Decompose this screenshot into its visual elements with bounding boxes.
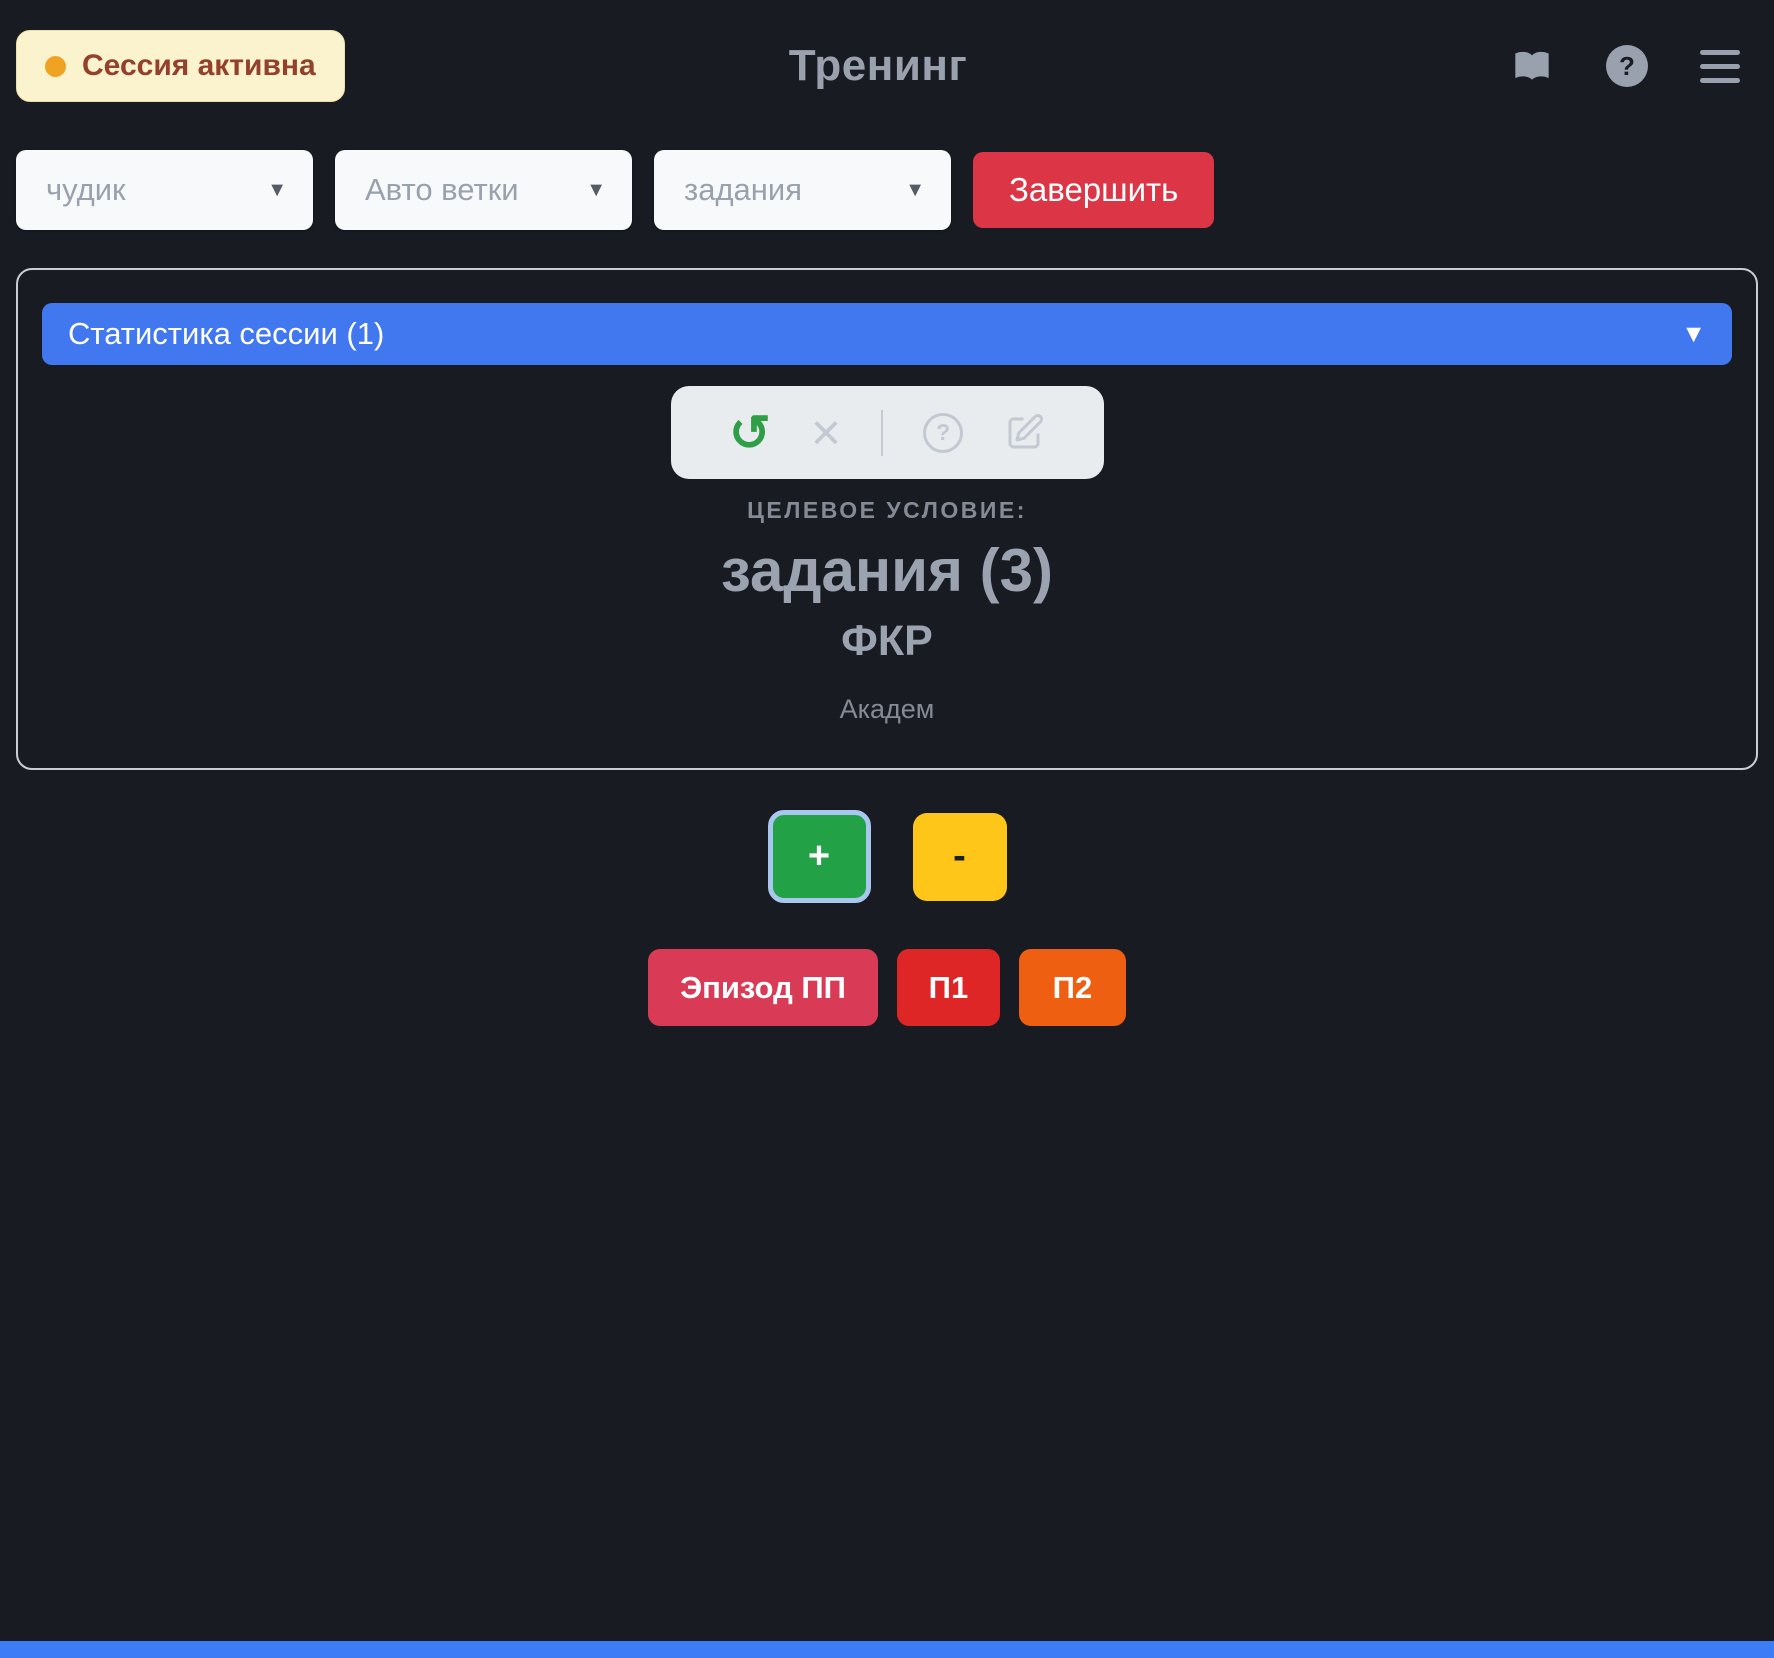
filter-row: чудик ▼ Авто ветки ▼ задания ▼ Завершить [16,150,1774,230]
help-icon-glyph: ? [1619,51,1635,82]
book-open-icon[interactable] [1510,46,1554,86]
session-status-badge: Сессия активна [16,30,345,102]
p2-button[interactable]: П2 [1019,949,1126,1026]
edit-icon[interactable] [1003,412,1045,454]
target-condition-primary: задания (3) [18,536,1756,605]
dropdown-2[interactable]: Авто ветки ▼ [335,150,632,230]
dropdown-3[interactable]: задания ▼ [654,150,951,230]
chevron-down-icon: ▼ [586,179,606,202]
chevron-down-icon: ▼ [267,179,287,202]
target-condition-caption: ЦЕЛЕВОЕ УСЛОВИЕ: [18,497,1756,524]
chevron-down-icon: ▼ [905,179,925,202]
chevron-down-icon: ▼ [1681,320,1706,349]
dropdown-1[interactable]: чудик ▼ [16,150,313,230]
target-condition-tertiary: Академ [18,694,1756,725]
counter-row: + - [0,810,1774,903]
increment-button[interactable]: + [768,810,871,903]
close-icon[interactable]: × [811,407,841,459]
session-badge-label: Сессия активна [82,49,316,83]
help-icon[interactable]: ? [1606,45,1648,87]
dropdown-3-value: задания [684,172,802,208]
stats-panel-header[interactable]: Статистика сессии (1) ▼ [42,303,1732,365]
undo-icon[interactable]: ↺ [729,408,771,458]
decrement-button[interactable]: - [913,813,1007,901]
episode-pp-button[interactable]: Эпизод ПП [648,949,878,1026]
target-condition-block: ЦЕЛЕВОЕ УСЛОВИЕ: задания (3) ФКР Академ [18,497,1756,725]
session-stats-panel: Статистика сессии (1) ▼ ↺ × ? ЦЕЛЕВОЕ УС… [16,268,1758,770]
target-condition-secondary: ФКР [18,617,1756,666]
status-dot-icon [45,56,66,77]
toolbar-divider [881,410,883,456]
finish-button[interactable]: Завершить [973,152,1214,228]
page-title: Тренинг [789,41,968,91]
top-bar-icons: ? [1510,45,1740,87]
dropdown-1-value: чудик [46,172,126,208]
target-toolbar: ↺ × ? [671,386,1104,479]
bottom-accent-bar [0,1641,1774,1658]
question-circle-icon[interactable]: ? [923,413,963,453]
menu-icon[interactable] [1700,50,1740,83]
action-row: Эпизод ПП П1 П2 [0,949,1774,1026]
stats-panel-title: Статистика сессии (1) [68,316,384,352]
p1-button[interactable]: П1 [897,949,1000,1026]
top-bar: Сессия активна Тренинг ? [0,0,1774,102]
dropdown-2-value: Авто ветки [365,172,519,208]
